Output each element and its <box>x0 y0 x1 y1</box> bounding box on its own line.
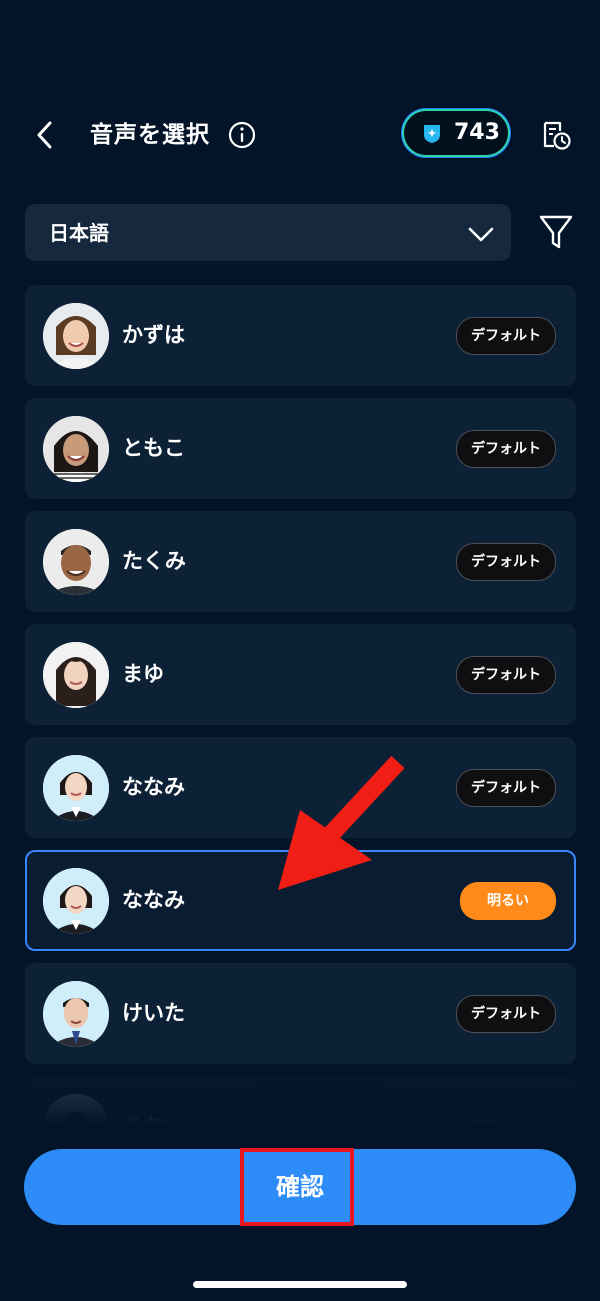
voice-card[interactable]: まゆ デフォルト <box>25 624 576 725</box>
voice-name: ななみ <box>122 888 185 912</box>
language-select[interactable]: 日本語 <box>25 204 511 261</box>
header: 音声を選択 743 <box>0 95 600 175</box>
filter-icon[interactable] <box>538 212 574 252</box>
voice-style-tag: デフォルト <box>456 1108 556 1125</box>
voice-name: ともこ <box>122 436 185 460</box>
voice-card[interactable]: あおい デフォルト <box>25 1076 576 1125</box>
page-title: 音声を選択 <box>90 122 210 148</box>
voice-style-tag: 明るい <box>460 882 556 920</box>
voice-style-tag: デフォルト <box>456 317 556 355</box>
credits-count: 743 <box>454 120 500 145</box>
home-indicator <box>193 1281 407 1288</box>
voice-card[interactable]: ともこ デフォルト <box>25 398 576 499</box>
history-icon[interactable] <box>540 119 572 151</box>
voice-list[interactable]: かずは デフォルト ともこ デフォルト たくみ デフォルト まゆ デフォルト な… <box>25 285 576 1125</box>
voice-name: まゆ <box>122 662 164 686</box>
voice-avatar <box>43 1094 109 1125</box>
annotation-highlight-box <box>240 1148 354 1226</box>
voice-style-tag: デフォルト <box>456 769 556 807</box>
voice-style-tag: デフォルト <box>456 995 556 1033</box>
voice-name: けいた <box>122 1001 185 1025</box>
gem-icon <box>421 122 443 144</box>
back-chevron-icon[interactable] <box>30 117 60 153</box>
voice-avatar <box>43 981 109 1047</box>
voice-style-tag: デフォルト <box>456 656 556 694</box>
voice-name: たくみ <box>122 549 186 573</box>
voice-name: ななみ <box>122 775 185 799</box>
voice-card[interactable]: かずは デフォルト <box>25 285 576 386</box>
voice-avatar <box>43 416 109 482</box>
info-icon[interactable] <box>228 121 256 149</box>
voice-avatar <box>43 755 109 821</box>
voice-style-tag: デフォルト <box>456 430 556 468</box>
voice-name: あおい <box>122 1110 185 1125</box>
voice-card[interactable]: たくみ デフォルト <box>25 511 576 612</box>
voice-avatar <box>43 303 109 369</box>
chevron-down-icon <box>467 220 495 248</box>
voice-avatar <box>43 642 109 708</box>
language-select-value: 日本語 <box>49 221 109 245</box>
voice-card[interactable]: けいた デフォルト <box>25 963 576 1064</box>
voice-name: かずは <box>122 323 185 347</box>
voice-avatar <box>43 529 109 595</box>
voice-avatar <box>43 868 109 934</box>
voice-style-tag: デフォルト <box>456 543 556 581</box>
annotation-arrow <box>270 752 410 897</box>
credits-badge[interactable]: 743 <box>404 111 508 155</box>
